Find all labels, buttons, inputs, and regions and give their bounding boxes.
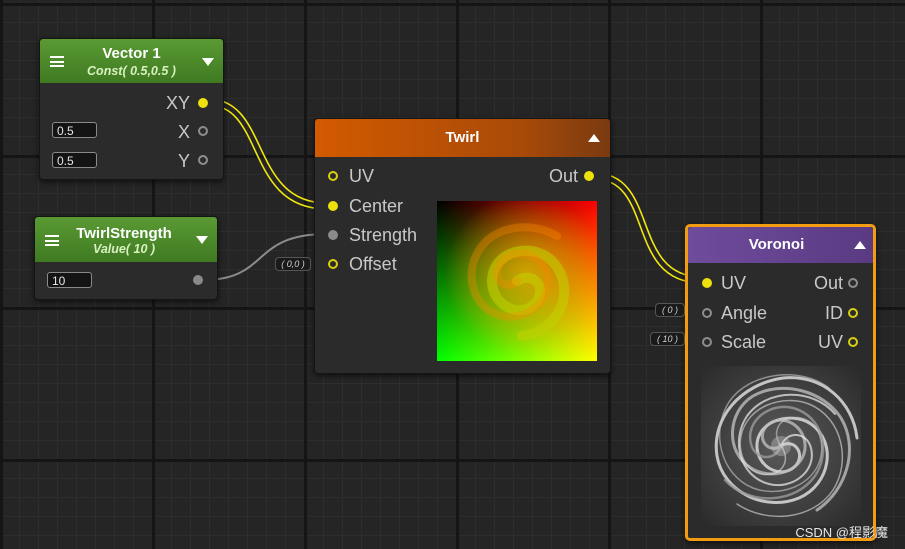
y-value-field[interactable]: 0.5 [52,152,97,168]
twirlstrength-header[interactable]: TwirlStrength Value( 10 ) [35,217,217,262]
twirlstrength-node[interactable]: TwirlStrength Value( 10 ) 10 [34,216,218,300]
output-port-id[interactable] [848,308,858,318]
wire-xy-to-center[interactable] [207,98,328,210]
node-subtitle: Value( 10 ) [92,242,156,256]
input-port-uv[interactable] [328,171,338,181]
output-port-y[interactable] [198,155,208,165]
collapse-icon[interactable] [854,241,866,249]
output-port-uv[interactable] [848,337,858,347]
output-label-id: ID [825,303,843,323]
output-port-out[interactable] [584,171,594,181]
voronoi-node[interactable]: Voronoi UV Angle Scale Out ID UV [685,224,876,541]
collapse-icon[interactable] [196,236,208,244]
output-label-uv: UV [817,332,843,352]
output-label-y: Y [177,151,190,171]
x-value-field[interactable]: 0.5 [52,122,97,138]
output-port-x[interactable] [198,126,208,136]
value-field[interactable]: 10 [47,272,92,288]
input-label-uv: UV [349,166,375,186]
input-label-offset: Offset [349,254,397,274]
twirl-preview [437,201,597,361]
node-title: Voronoi [748,236,805,253]
output-port[interactable] [193,275,203,285]
input-label-angle: Angle [721,303,768,323]
twirl-header[interactable]: Twirl [315,119,610,157]
voronoi-preview [701,366,861,526]
angle-default-badge: ( 0 ) [655,303,685,317]
offset-default-badge: ( 0,0 ) [275,257,311,271]
output-label-x: X [177,122,190,142]
scale-default-badge: ( 10 ) [650,332,685,346]
node-title: Vector 1 [102,45,161,62]
input-port-scale[interactable] [702,337,712,347]
voronoi-header[interactable]: Voronoi [688,227,873,263]
output-label-out: Out [813,273,843,293]
input-port-center[interactable] [328,201,338,211]
vector1-header[interactable]: Vector 1 Const( 0.5,0.5 ) [40,39,223,83]
collapse-icon[interactable] [588,134,600,142]
input-port-uv[interactable] [702,278,712,288]
input-label-strength: Strength [349,225,418,245]
input-port-angle[interactable] [702,308,712,318]
output-label-xy: XY [165,93,190,113]
collapse-icon[interactable] [202,58,214,66]
input-label-scale: Scale [721,332,767,352]
input-label-uv: UV [721,273,747,293]
output-label-out: Out [548,166,578,186]
node-title: TwirlStrength [76,225,172,242]
input-port-offset[interactable] [328,259,338,269]
output-port-xy[interactable] [198,98,208,108]
twirl-node[interactable]: Twirl UV Center Strength Offset Out [314,118,611,374]
output-port-out[interactable] [848,278,858,288]
node-title: Twirl [445,129,480,146]
node-subtitle: Const( 0.5,0.5 ) [87,64,176,78]
input-label-center: Center [349,196,404,216]
input-port-strength[interactable] [328,230,338,240]
vector1-node[interactable]: Vector 1 Const( 0.5,0.5 ) XY 0.5 X 0.5 Y [39,38,224,180]
watermark: CSDN @程影魔 [795,525,888,540]
